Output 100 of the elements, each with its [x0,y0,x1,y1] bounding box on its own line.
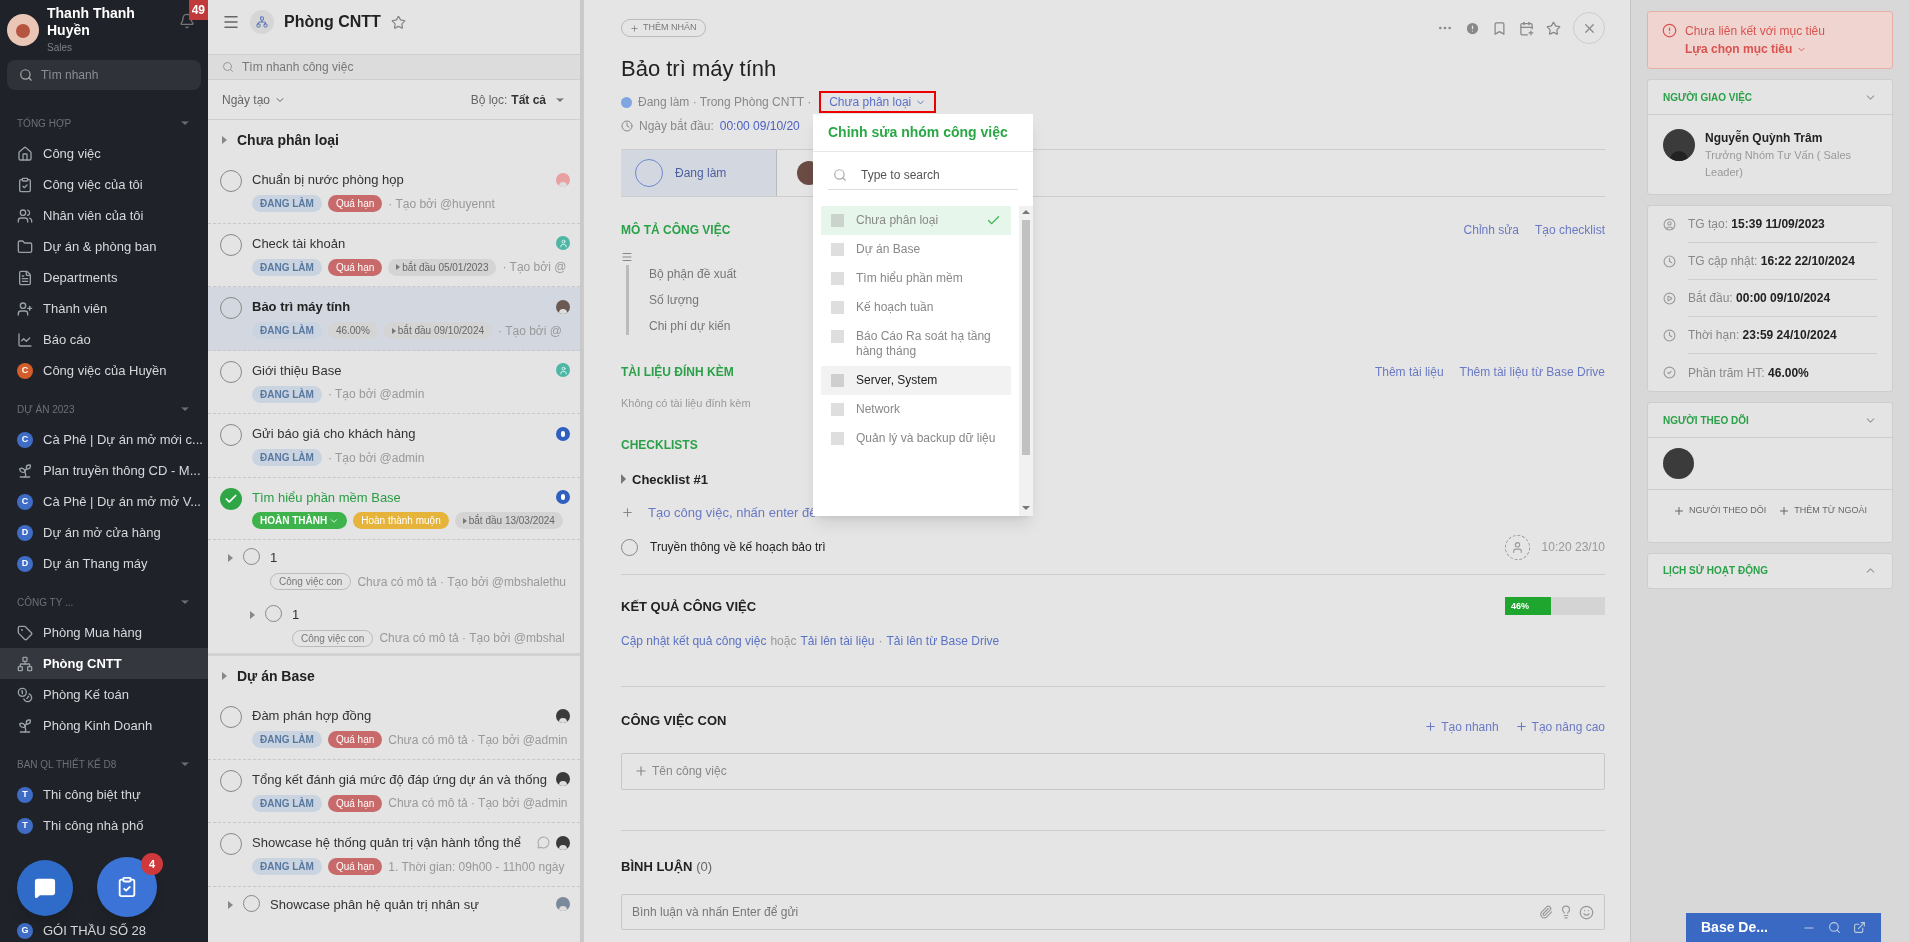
checklist-header[interactable]: Checklist #1 [621,469,708,489]
clipboard-check-icon [17,176,33,193]
task-title: Đàm phán hợp đồng [252,707,372,725]
follower-avatar [1663,448,1694,479]
sidebar-item[interactable]: G GÓI THẦU SỐ 28 [0,921,208,941]
menu-option[interactable]: Dự án Base [821,235,1011,264]
task-row[interactable]: Tổng kết đánh giá mức độ đáp ứng dự án và thống ĐANG LÀM Quá hạn Chưa có mô tả · Tạo bởi @admin [208,759,580,823]
menu-icon[interactable] [222,13,240,31]
add-follower-button[interactable]: NGƯỜI THEO DÕI [1673,504,1767,518]
plus-icon [1778,504,1791,517]
menu-option[interactable]: Network [821,395,1011,424]
home-icon [17,145,33,162]
sidebar-item[interactable]: Thành viên [0,293,208,324]
card-title: NGƯỜI THEO DÕI [1663,413,1749,428]
search-field[interactable]: Type to search [828,160,1018,190]
expand-icon[interactable] [228,900,233,909]
task-tag: ĐANG LÀM [252,195,322,212]
menu-title: Chỉnh sửa nhóm công việc [828,123,1008,142]
comment-field[interactable]: Bình luận và nhấn Enter để gửi [621,894,1605,930]
bookmark-icon[interactable] [1492,20,1507,36]
sort-dropdown[interactable]: Ngày tạo [222,90,287,109]
calendar-plus-icon[interactable] [1519,20,1534,36]
sprout-icon [17,462,33,479]
check-circle-icon [1663,366,1676,379]
sidebar-item[interactable]: Plan truyền thông CD - M... [0,455,208,486]
clock-icon [1663,255,1676,268]
menu-option[interactable]: Server, System [821,366,1011,395]
alert-text: Chưa liên kết với mục tiêu [1685,23,1825,40]
task-meta: Chưa có mô tả · Tạo bởi @mbshal [379,630,565,647]
caret-icon [222,672,227,680]
document-icon [17,269,33,286]
notification-bell-icon[interactable] [179,13,195,29]
sidebar-item[interactable]: Công việc [0,138,208,169]
task-row[interactable]: Bảo trì máy tính ĐANG LÀM 46.00% bắt đầu 09/10/2024 · Tạo bởi @ [208,287,580,351]
task-tag: ĐANG LÀM [252,731,322,748]
group-header[interactable]: Dự án Base [208,656,580,696]
sidebar-item[interactable]: Nhân viên của tôi [0,200,208,231]
sidebar-item[interactable]: T Thi công nhà phố [0,810,208,841]
smiley-icon[interactable] [1579,904,1594,920]
paperclip-icon[interactable] [1539,904,1553,919]
sidebar-item[interactable]: Phòng Mua hàng [0,617,208,648]
sidebar-item[interactable]: Phòng Kinh Doanh [0,710,208,741]
search-field[interactable]: Tìm nhanh [7,60,201,90]
update-result-link[interactable]: Cập nhật kết quả công việc [621,632,767,650]
lightbulb-icon[interactable] [1559,904,1573,919]
add-follower-button[interactable]: THÊM TỪ NGOÀI [1778,504,1867,518]
task-row[interactable]: Đàm phán hợp đồng ĐANG LÀM Quá hạn Chưa có mô tả · Tạo bởi @admin [208,696,580,760]
task-tag: Quá hạn [327,195,383,212]
group-link[interactable]: Chưa phân loại [819,91,937,113]
upload-link[interactable]: Tải lên tài liệu [800,632,875,650]
task-row[interactable]: Giới thiệu Base ĐANG LÀM · Tạo bởi @admin [208,350,580,414]
expand-icon[interactable] [228,554,233,562]
star-icon[interactable] [390,14,406,30]
sidebar-item[interactable]: D Dự án mở cửa hàng [0,517,208,548]
group-header[interactable]: Chưa phân loại [208,120,580,160]
sidebar-item[interactable]: T Thi công biệt thự [0,779,208,810]
tasks-button[interactable] [97,857,157,917]
play-icon [1663,292,1676,305]
task-row[interactable]: Showcase hệ thống quản trị vận hành tổng thể ĐANG LÀM Quá hạn 1. Thời gian: 09h00 - 11h00 ngày [208,823,580,887]
external-link-icon[interactable] [1853,921,1866,934]
sidebar-item[interactable]: Dự án & phòng ban [0,231,208,262]
alert-icon[interactable] [1465,20,1480,36]
status-block[interactable]: Đang làm [621,150,777,196]
task-row[interactable]: Tìm hiểu phần mềm Base HOÀN THÀNH Hoàn thành muộn bắt đầu 13/03/2024 [208,477,580,540]
sidebar-item[interactable]: C Cà Phê | Dự án mở mới c... [0,424,208,455]
scrollbar[interactable] [1019,206,1033,516]
sidebar-item[interactable]: Departments [0,262,208,293]
task-row[interactable]: Chuẩn bị nước phòng họp ĐANG LÀM Quá hạn · Tạo bởi @huyennt [208,160,580,224]
plus-icon [621,506,634,520]
filter-dropdown[interactable]: Bộ lọc: Tất cả [470,90,566,109]
task-title: Bảo trì máy tính [252,298,351,316]
task-row[interactable]: Showcase phân hệ quản trị nhân sự [208,886,580,920]
menu-option[interactable]: Báo Cáo Ra soát hạ tầng hàng tháng [821,322,1011,366]
task-row[interactable]: 1 Công việc con Chưa có mô tả · Tạo bởi @mbshalethu [208,540,580,597]
info-text: Phần trăm HT: 46.00% [1688,364,1810,382]
menu-option[interactable]: Kế hoạch tuần [821,293,1011,322]
letter-avatar: D [17,555,33,572]
caret-icon [462,517,467,524]
sidebar-item[interactable]: C Công việc của Huyền [0,355,208,386]
task-row[interactable]: 1 Công việc con Chưa có mô tả · Tạo bởi @mbshal [208,596,580,653]
sidebar-item[interactable]: Phòng Kế toán [0,679,208,710]
chat-button[interactable] [17,860,73,916]
user-avatar [1663,129,1695,161]
task-row[interactable]: Gửi báo giá cho khách hàng ĐANG LÀM · Tạo bởi @admin [208,414,580,478]
checkbox[interactable] [220,487,242,510]
card-title: LỊCH SỬ HOẠT ĐỘNG [1663,563,1768,578]
sidebar-item[interactable]: Báo cáo [0,324,208,355]
drive-upload-link[interactable]: Tải lên từ Base Drive [886,632,1000,650]
search-icon[interactable] [1828,921,1841,934]
folder-icon [17,238,33,255]
sidebar-item[interactable]: C Cà Phê | Dự án mở mở V... [0,486,208,517]
star-icon[interactable] [1546,20,1561,36]
sidebar-item[interactable]: D Dự án Thang máy [0,548,208,579]
expand-icon[interactable] [250,610,255,619]
clipboard-check-icon [116,876,138,898]
menu-option[interactable]: Quản lý và backup dữ liệu [821,424,1011,453]
sidebar-item[interactable]: Phòng CNTT [0,648,208,679]
sidebar-item[interactable]: Công việc của tôi [0,169,208,200]
menu-option[interactable]: Tìm hiểu phần mềm [821,264,1011,293]
plus-icon [630,23,639,33]
